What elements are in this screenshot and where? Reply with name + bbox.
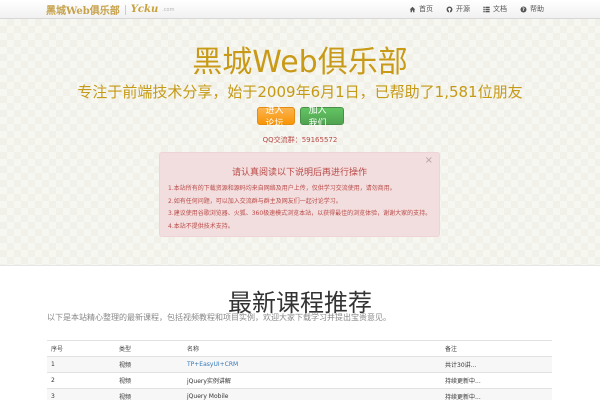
alert-item: 4.本站不提供技术支持。	[168, 222, 234, 230]
table-cell[interactable]: jQuery Mobile	[183, 388, 441, 400]
join-button[interactable]: 加入我们	[299, 106, 344, 129]
course-table: 序号 类型 名称 备注 1 视频 TP+EasyUI+CRM 共计30讲... …	[47, 340, 552, 400]
table-header-cell: 序号	[47, 340, 115, 357]
brand-domain: .com	[162, 6, 175, 13]
top-navbar: 黑城Web俱乐部 Ycku .com 首页 开源 文档 ? 帮助	[0, 0, 600, 19]
notice-alert: × 请认真阅读以下说明后再进行操作 1.本站所有的下载资源和源码均来自网络及用户…	[159, 152, 440, 237]
table-header-row: 序号 类型 名称 备注	[47, 340, 552, 357]
hero-title: 黑城Web俱乐部	[192, 45, 408, 80]
nav-item-label: 文档	[493, 5, 507, 13]
alert-title: 请认真阅读以下说明后再进行操作	[231, 168, 367, 178]
table-cell: 共计30讲...	[441, 356, 552, 373]
alert-item: 2.如有任何问题，可以加入交流群与群主及网友们一起讨论学习。	[168, 197, 342, 205]
table-cell: 1	[47, 356, 115, 373]
section-description: 以下是本站精心整理的最新课程，包括视频教程和项目实例，欢迎大家下载学习并提出宝贵…	[47, 313, 391, 322]
table-cell: TP+EasyUI+CRM	[183, 356, 441, 373]
home-icon	[409, 6, 416, 12]
brand-separator	[124, 4, 126, 15]
nav-item-label: 开源	[456, 5, 470, 13]
svg-text:?: ?	[522, 7, 525, 13]
nav-item-label: 首页	[419, 5, 433, 13]
table-cell: 持续更新中...	[441, 388, 552, 400]
forum-button[interactable]: 进入论坛	[256, 106, 295, 129]
alert-item: 3.建议使用谷歌浏览器、火狐、360极速模式浏览本站，以获得最佳的浏览体验，谢谢…	[168, 210, 432, 217]
page: 黑城Web俱乐部 Ycku .com 首页 开源 文档 ? 帮助 黑城Web俱乐…	[0, 0, 600, 400]
nav-item-home[interactable]: 首页	[409, 4, 433, 14]
nav-menu: 首页 开源 文档 ? 帮助	[409, 3, 544, 15]
table-cell: 持续更新中...	[441, 372, 552, 389]
table-header-cell: 类型	[115, 340, 183, 357]
help-icon: ?	[520, 5, 527, 13]
hero-section: 黑城Web俱乐部 专注于前端技术分享，始于2009年6月1日，已帮助了1,581…	[0, 19, 600, 266]
table-row: 3 视频 jQuery Mobile 持续更新中...	[47, 388, 552, 400]
table-row: 1 视频 TP+EasyUI+CRM 共计30讲...	[47, 356, 552, 373]
nav-item-help[interactable]: ? 帮助	[520, 4, 544, 14]
brand-logo[interactable]: 黑城Web俱乐部 Ycku .com	[46, 3, 175, 17]
table-header-cell: 备注	[441, 340, 552, 357]
hero-buttons: 进入论坛 加入我们	[0, 106, 600, 129]
table-cell: 视频	[115, 388, 183, 400]
nav-item-docs[interactable]: 文档	[483, 4, 507, 14]
table-header-cell: 名称	[183, 340, 441, 357]
github-icon	[446, 6, 453, 12]
list-icon	[483, 6, 490, 12]
alert-item: 1.本站所有的下载资源和源码均来自网络及用户上传，仅供学习交流使用，请勿商用。	[168, 185, 396, 192]
brand-ycku: Ycku	[130, 4, 159, 15]
table-cell: 2	[47, 372, 115, 389]
nav-item-label: 帮助	[530, 5, 544, 13]
table-row: 2 视频 jQuery实例讲解 持续更新中...	[47, 372, 552, 389]
hero-subtitle: 专注于前端技术分享，始于2009年6月1日，已帮助了1,581位朋友	[77, 83, 523, 101]
brand-text: 黑城Web俱乐部	[46, 6, 120, 17]
alert-list: 1.本站所有的下载资源和源码均来自网络及用户上传，仅供学习交流使用，请勿商用。 …	[168, 183, 431, 233]
table-cell: 视频	[115, 356, 183, 373]
table-cell[interactable]: jQuery实例讲解	[183, 372, 441, 389]
course-link[interactable]: TP+EasyUI+CRM	[187, 361, 238, 368]
nav-item-opensource[interactable]: 开源	[446, 4, 470, 14]
qq-group-text: QQ交流群：59165572	[262, 136, 338, 144]
table-cell: 3	[47, 388, 115, 400]
table-cell: 视频	[115, 372, 183, 389]
